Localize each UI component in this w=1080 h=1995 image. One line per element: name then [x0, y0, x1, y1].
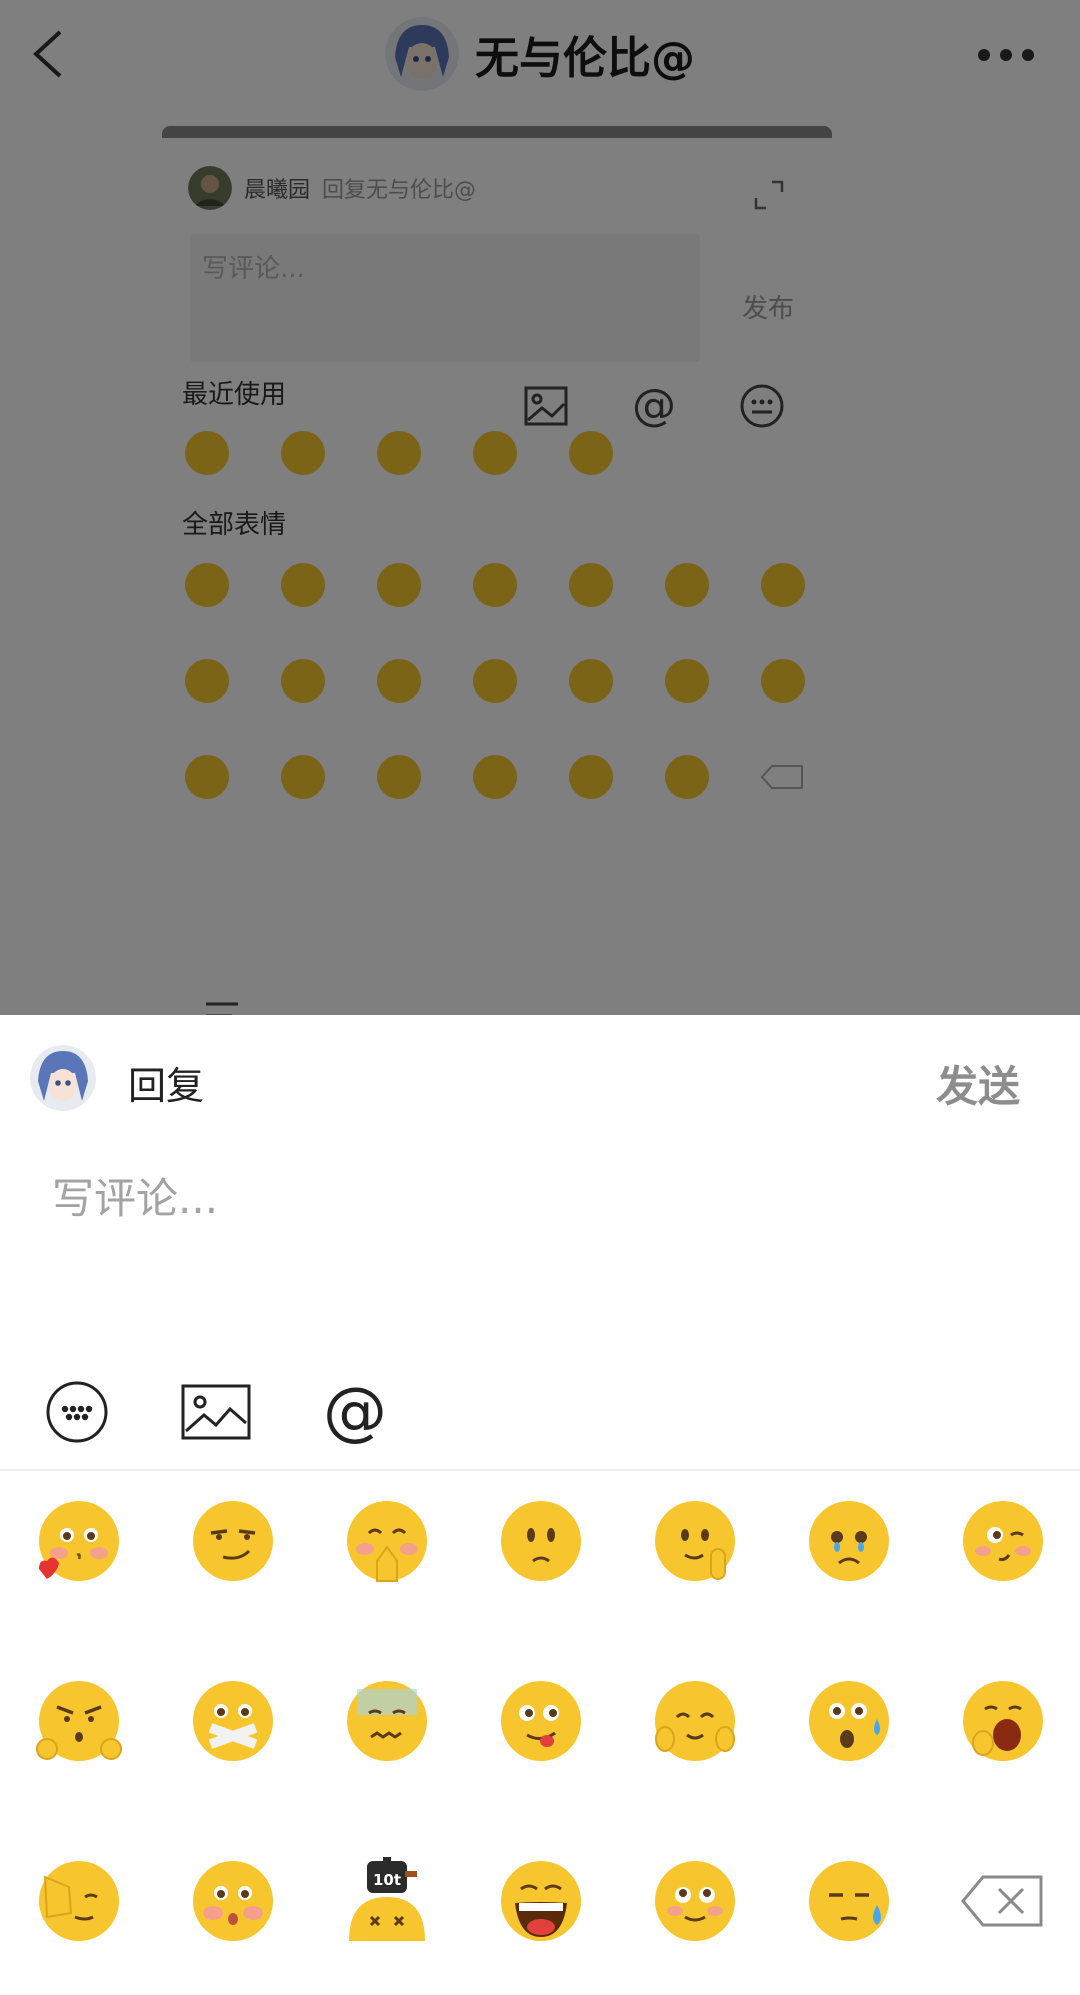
emoji-keyboard-icon[interactable] [44, 1379, 110, 1445]
dim-overlay[interactable] [0, 0, 1080, 1015]
nervous-emoji[interactable] [310, 1675, 464, 1855]
thumb-chin-emoji[interactable] [618, 1495, 772, 1675]
reply-toolbar: @ [44, 1375, 388, 1449]
send-button[interactable]: 发送 [936, 1053, 1020, 1114]
svg-text:@: @ [323, 1379, 387, 1445]
at-icon[interactable]: @ [322, 1375, 388, 1449]
teary-emoji[interactable] [772, 1495, 926, 1675]
reply-header: 回复 发送 [0, 1015, 1080, 1145]
smirk-emoji[interactable] [156, 1495, 310, 1675]
comment-input[interactable]: 写评论... [52, 1165, 218, 1226]
angry-fists-emoji[interactable] [2, 1675, 156, 1855]
tongue-out-emoji[interactable] [464, 1675, 618, 1855]
svg-text:10t: 10t [373, 1871, 401, 1889]
cold-sweat-emoji[interactable] [772, 1855, 926, 1995]
heavy-weight-emoji[interactable]: 10t [310, 1855, 464, 1995]
divider [0, 1469, 1080, 1471]
shocked-sweat-emoji[interactable] [772, 1675, 926, 1855]
pray-blush-emoji[interactable] [310, 1495, 464, 1675]
taped-mouth-emoji[interactable] [156, 1675, 310, 1855]
heart-kiss-emoji[interactable] [2, 1495, 156, 1675]
delete-key-icon[interactable] [926, 1855, 1080, 1995]
reply-panel: 回复 发送 写评论... @ 10t [0, 1015, 1080, 1995]
background-screen: 无与伦比@ 晨曦园 回复无与伦比@ 写评论... 发布 [0, 0, 1080, 1015]
blushing-emoji[interactable] [156, 1855, 310, 1995]
hands-cheeks-emoji[interactable] [618, 1675, 772, 1855]
wink-emoji[interactable] [926, 1495, 1080, 1675]
avatar [30, 1045, 96, 1111]
reply-label: 回复 [128, 1064, 205, 1108]
big-laugh-emoji[interactable] [464, 1855, 618, 1995]
yawn-emoji[interactable] [926, 1675, 1080, 1855]
thinking-emoji[interactable] [464, 1495, 618, 1675]
facepalm-emoji[interactable] [2, 1855, 156, 1995]
emoji-grid: 10t [0, 1495, 1080, 1995]
rolling-eyes-emoji[interactable] [618, 1855, 772, 1995]
image-icon[interactable] [180, 1383, 252, 1441]
